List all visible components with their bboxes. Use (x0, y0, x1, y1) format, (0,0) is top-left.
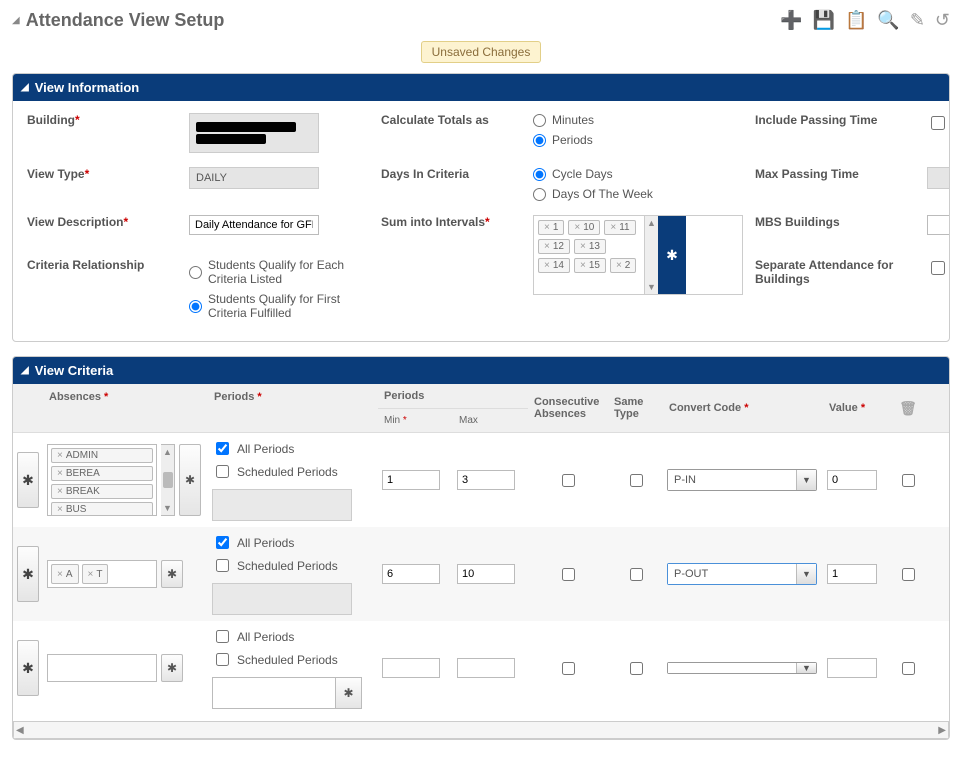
row-expand-btn[interactable]: ✱ (17, 452, 39, 508)
building-field[interactable] (189, 113, 319, 153)
interval-tag[interactable]: × 12 (538, 239, 570, 254)
interval-tag[interactable]: × 15 (574, 258, 606, 273)
radio-minutes[interactable] (533, 114, 546, 127)
lbl-crit-rel: Criteria Relationship (27, 258, 144, 272)
convert-code-dropdown[interactable]: P-OUT▼ (667, 563, 817, 585)
max-input[interactable] (457, 564, 515, 584)
absence-list[interactable] (47, 654, 157, 682)
absence-list[interactable]: × A× T (47, 560, 157, 588)
convert-code-dropdown[interactable]: P-IN▼ (667, 469, 817, 491)
interval-tag[interactable]: × 14 (538, 258, 570, 273)
collapse-icon[interactable]: ◢ (12, 15, 20, 26)
absence-picker-btn[interactable]: ✱ (179, 444, 201, 516)
period-picker-btn[interactable]: ✱ (335, 678, 361, 708)
lbl-view-type: View Type (27, 167, 85, 181)
chk-consec[interactable] (562, 568, 575, 581)
interval-tag[interactable]: × 11 (604, 220, 635, 235)
view-desc-input[interactable] (189, 215, 319, 235)
chk-inc-passing[interactable] (931, 116, 945, 130)
lbl-building: Building (27, 113, 75, 127)
lbl-sep-att: Separate Attendance for Buildings (755, 258, 893, 286)
chk-sched-periods[interactable] (216, 465, 229, 478)
interval-tag[interactable]: × 2 (610, 258, 636, 273)
collapse-icon[interactable]: ◢ (21, 82, 29, 93)
absence-picker-btn[interactable]: ✱ (161, 560, 183, 588)
interval-tag[interactable]: × 13 (574, 239, 606, 254)
value-input[interactable] (827, 470, 877, 490)
chk-same-type[interactable] (630, 474, 643, 487)
panel-title: View Criteria (35, 363, 114, 378)
search-icon[interactable]: 🔍 (877, 10, 899, 31)
lbl-calc-totals: Calculate Totals as (381, 113, 489, 127)
criteria-row: ✱× ADMIN× BEREA× BREAK× BUS× CLINI▲▼✱All… (13, 433, 949, 527)
chk-all-periods[interactable] (216, 442, 229, 455)
view-type-field: DAILY (189, 167, 319, 189)
chk-delete-row[interactable] (902, 568, 915, 581)
h-scrollbar[interactable]: ◀▶ (13, 721, 949, 739)
lbl-days-in: Days In Criteria (381, 167, 469, 181)
value-input[interactable] (827, 564, 877, 584)
collapse-icon[interactable]: ◢ (21, 365, 29, 376)
copy-icon[interactable]: 📋 (845, 10, 867, 31)
mbs-input[interactable] (927, 215, 950, 235)
period-value-box (212, 583, 352, 615)
convert-code-dropdown[interactable]: ▼ (667, 662, 817, 674)
chk-delete-row[interactable] (902, 474, 915, 487)
row-expand-btn[interactable]: ✱ (17, 546, 39, 602)
chk-sched-periods[interactable] (216, 653, 229, 666)
row-expand-btn[interactable]: ✱ (17, 640, 39, 696)
interval-tag[interactable]: × 1 (538, 220, 564, 235)
radio-dow[interactable] (533, 188, 546, 201)
chk-sched-periods[interactable] (216, 559, 229, 572)
radio-crit-first[interactable] (189, 300, 202, 313)
radio-crit-each[interactable] (189, 266, 202, 279)
radio-periods[interactable] (533, 134, 546, 147)
view-criteria-panel: ◢ View Criteria Absences * Periods * Per… (12, 356, 950, 740)
chk-all-periods[interactable] (216, 536, 229, 549)
min-input[interactable] (382, 658, 440, 678)
interval-tag[interactable]: × 10 (568, 220, 600, 235)
lbl-sum-into: Sum into Intervals (381, 215, 485, 229)
history-icon[interactable]: ↺ (935, 10, 950, 31)
unsaved-banner: Unsaved Changes (421, 41, 542, 63)
interval-picker[interactable]: × 1× 10× 11× 12× 13× 14× 15× 2 ▲▼ ✱ (533, 215, 743, 295)
max-input[interactable] (457, 470, 515, 490)
chk-consec[interactable] (562, 662, 575, 675)
max-input[interactable] (457, 658, 515, 678)
chk-all-periods[interactable] (216, 630, 229, 643)
lbl-max-passing: Max Passing Time (755, 167, 859, 181)
page-toolbar: ➕ 💾 📋 🔍 ✎ ↺ (780, 10, 950, 31)
lbl-view-desc: View Description (27, 215, 123, 229)
absence-list[interactable]: × ADMIN× BEREA× BREAK× BUS× CLINI (47, 444, 157, 516)
chk-sep-att[interactable] (931, 261, 945, 275)
chk-delete-row[interactable] (902, 662, 915, 675)
chk-same-type[interactable] (630, 662, 643, 675)
criteria-row: ✱× A× T✱All PeriodsScheduled PeriodsP-OU… (13, 527, 949, 621)
save-icon[interactable]: 💾 (813, 10, 835, 31)
period-value-box (212, 489, 352, 521)
min-input[interactable] (382, 564, 440, 584)
interval-open-btn[interactable]: ✱ (658, 216, 686, 294)
edit-icon[interactable]: ✎ (910, 10, 925, 31)
chk-consec[interactable] (562, 474, 575, 487)
period-value-box[interactable]: ✱ (212, 677, 362, 709)
max-passing-field[interactable] (927, 167, 950, 189)
radio-cycle[interactable] (533, 168, 546, 181)
chk-same-type[interactable] (630, 568, 643, 581)
page-title: Attendance View Setup (26, 10, 225, 31)
criteria-row: ✱✱All PeriodsScheduled Periods✱▼ (13, 621, 949, 715)
lbl-mbs: MBS Buildings (755, 215, 840, 229)
add-icon[interactable]: ➕ (780, 10, 802, 31)
panel-title: View Information (35, 80, 140, 95)
trash-icon: 🗑 (893, 394, 923, 423)
absence-picker-btn[interactable]: ✱ (161, 654, 183, 682)
lbl-inc-passing: Include Passing Time (755, 113, 877, 127)
view-information-panel: ◢ View Information Building* Calculate T… (12, 73, 950, 342)
value-input[interactable] (827, 658, 877, 678)
min-input[interactable] (382, 470, 440, 490)
